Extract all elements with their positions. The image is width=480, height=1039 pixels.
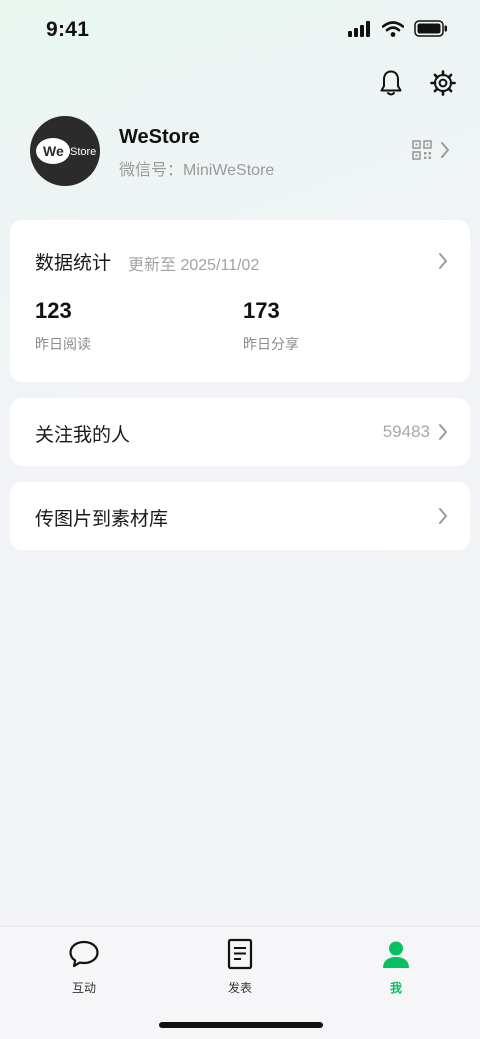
avatar-logo-store: Store	[70, 146, 97, 158]
stat-label: 昨日分享	[243, 336, 299, 352]
avatar[interactable]: We Store	[30, 116, 100, 186]
qr-code-icon	[412, 140, 432, 160]
status-icons	[348, 20, 448, 37]
chat-bubble-icon	[69, 940, 99, 968]
chevron-right-icon	[439, 424, 447, 440]
settings-button[interactable]	[428, 68, 458, 98]
stat-yesterday-shares: 173 昨日分享	[243, 298, 299, 354]
home-indicator	[159, 1022, 323, 1028]
tab-label: 我	[389, 981, 402, 995]
notifications-button[interactable]	[376, 68, 406, 98]
signal-icon	[348, 20, 370, 37]
top-actions	[376, 68, 458, 98]
status-time: 9:41	[46, 18, 90, 41]
stat-yesterday-reads: 123 昨日阅读	[35, 298, 91, 354]
chevron-right-icon	[439, 508, 447, 524]
user-icon	[383, 941, 409, 968]
tab-label: 互动	[71, 981, 96, 995]
battery-icon	[414, 20, 447, 37]
gear-icon	[430, 70, 456, 96]
upload-to-library-row[interactable]: 传图片到素材库	[10, 482, 470, 550]
followers-label: 关注我的人	[35, 425, 131, 446]
tab-label: 发表	[227, 981, 252, 995]
status-bar: 9:41	[0, 0, 480, 60]
document-icon	[227, 938, 253, 970]
followers-row[interactable]: 关注我的人 59483	[10, 398, 470, 466]
tab-interaction[interactable]: 互动	[44, 937, 124, 996]
chevron-right-icon	[439, 253, 447, 269]
profile-header[interactable]: We Store WeStore 微信号：MiniWeStore	[30, 116, 450, 188]
stat-value: 123	[35, 298, 72, 323]
bell-icon	[380, 70, 402, 96]
profile-name: WeStore	[119, 126, 200, 148]
stat-value: 173	[243, 298, 280, 323]
upload-label: 传图片到素材库	[35, 509, 169, 530]
stats-updated-date: 更新至 2025/11/02	[128, 257, 260, 274]
stats-card[interactable]: 数据统计 更新至 2025/11/02 123 昨日阅读 173 昨日分享	[10, 220, 470, 382]
stats-title: 数据统计	[35, 253, 112, 274]
followers-count: 59483	[382, 422, 430, 441]
tab-publish[interactable]: 发表	[200, 937, 280, 996]
stat-label: 昨日阅读	[35, 336, 91, 352]
qr-code-button[interactable]	[412, 140, 450, 160]
wifi-icon	[382, 20, 404, 37]
chevron-right-icon	[441, 142, 449, 158]
avatar-logo-we: We	[43, 143, 64, 159]
tab-me[interactable]: 我	[356, 937, 436, 996]
wechat-id: 微信号：MiniWeStore	[119, 162, 275, 179]
